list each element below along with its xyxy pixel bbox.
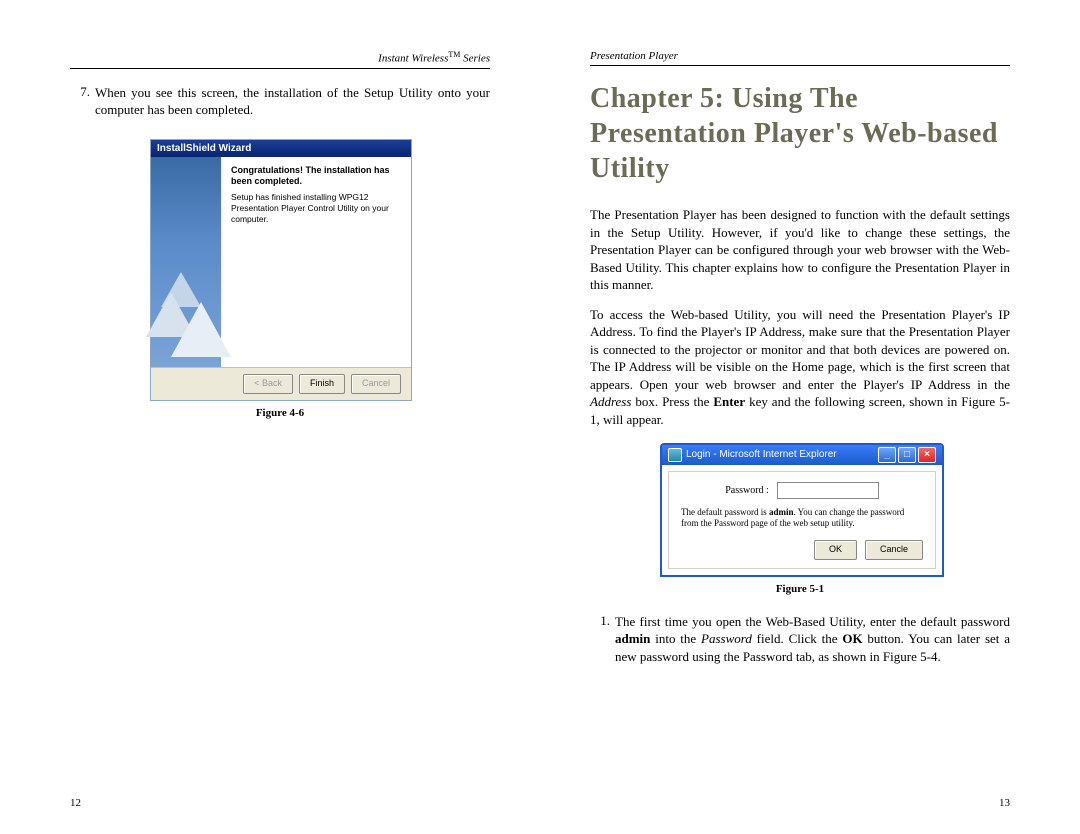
running-header-right: Presentation Player <box>590 50 1010 66</box>
step-1-num: 1. <box>590 613 615 666</box>
password-row: Password : <box>681 482 923 499</box>
password-note: The default password is admin. You can c… <box>681 507 923 530</box>
s1-c: field. Click the <box>752 631 842 646</box>
ie-titlebar: Login - Microsoft Internet Explorer _ □ … <box>662 445 942 465</box>
cancle-button[interactable]: Cancle <box>865 540 923 560</box>
step-7-text: When you see this screen, the installati… <box>95 84 490 119</box>
note-admin: admin <box>769 507 794 517</box>
password-input[interactable] <box>777 482 879 499</box>
figure-4-6: InstallShield Wizard Congratulations! Th… <box>150 139 410 419</box>
header-suffix: Series <box>460 53 490 65</box>
para2-a: To access the Web-based Utility, you wil… <box>590 307 1010 392</box>
para2-b: box. Press the <box>631 394 713 409</box>
installshield-main: Congratulations! The installation has be… <box>221 157 411 367</box>
page-right: Presentation Player Chapter 5: Using The… <box>540 0 1080 834</box>
figure-4-6-caption: Figure 4-6 <box>150 407 410 419</box>
page-left: Instant WirelessTM Series 7. When you se… <box>0 0 540 834</box>
step-7: 7. When you see this screen, the install… <box>70 84 490 119</box>
s1-ok: OK <box>842 631 862 646</box>
header-tm: TM <box>448 50 460 59</box>
page-number-right: 13 <box>999 797 1010 809</box>
back-button[interactable]: < Back <box>243 374 293 394</box>
close-button[interactable]: × <box>918 447 936 463</box>
installshield-footer: < Back Finish Cancel <box>151 367 411 400</box>
window-controls: _ □ × <box>878 447 936 463</box>
login-buttons: OK Cancle <box>681 540 923 560</box>
installshield-body: Congratulations! The installation has be… <box>151 157 411 367</box>
s1-b: into the <box>650 631 701 646</box>
triangle-icon <box>171 302 231 357</box>
ie-login-window: Login - Microsoft Internet Explorer _ □ … <box>660 443 944 577</box>
page-number-left: 12 <box>70 797 81 809</box>
paragraph-1: The Presentation Player has been designe… <box>590 206 1010 294</box>
s1-admin: admin <box>615 631 650 646</box>
paragraph-2: To access the Web-based Utility, you wil… <box>590 306 1010 429</box>
minimize-button[interactable]: _ <box>878 447 896 463</box>
ie-title-left: Login - Microsoft Internet Explorer <box>668 445 837 465</box>
installshield-window: InstallShield Wizard Congratulations! Th… <box>150 139 412 401</box>
installshield-titlebar: InstallShield Wizard <box>151 140 411 157</box>
ok-button[interactable]: OK <box>814 540 857 560</box>
step-1-text: The first time you open the Web-Based Ut… <box>615 613 1010 666</box>
figure-5-1-caption: Figure 5-1 <box>660 583 940 595</box>
step-1: 1. The first time you open the Web-Based… <box>590 613 1010 666</box>
s1-a: The first time you open the Web-Based Ut… <box>615 614 1010 629</box>
enter-bold: Enter <box>713 394 745 409</box>
ie-icon <box>668 448 682 462</box>
s1-password: Password <box>701 631 752 646</box>
installshield-detail: Setup has finished installing WPG12 Pres… <box>231 192 401 224</box>
note-a: The default password is <box>681 507 769 517</box>
step-7-num: 7. <box>70 84 95 119</box>
chapter-5-title: Chapter 5: Using The Presentation Player… <box>590 81 1010 186</box>
password-label: Password : <box>725 485 769 496</box>
figure-5-1: Login - Microsoft Internet Explorer _ □ … <box>660 443 940 595</box>
ie-login-body: Password : The default password is admin… <box>668 471 936 569</box>
address-italic: Address <box>590 394 631 409</box>
header-series: Instant Wireless <box>378 53 448 65</box>
maximize-button[interactable]: □ <box>898 447 916 463</box>
ie-title-text: Login - Microsoft Internet Explorer <box>686 445 837 465</box>
installshield-sidebar <box>151 157 221 367</box>
finish-button[interactable]: Finish <box>299 374 345 394</box>
installshield-congrats: Congratulations! The installation has be… <box>231 165 401 187</box>
cancel-button[interactable]: Cancel <box>351 374 401 394</box>
running-header-left: Instant WirelessTM Series <box>70 50 490 69</box>
